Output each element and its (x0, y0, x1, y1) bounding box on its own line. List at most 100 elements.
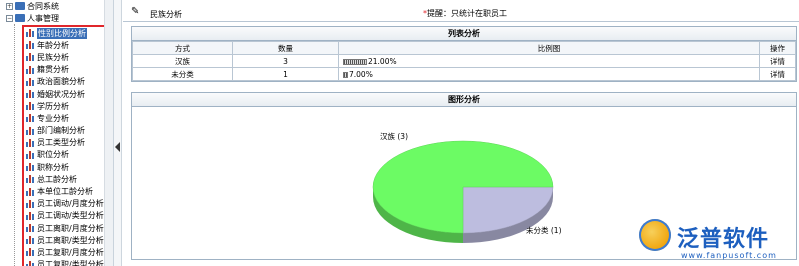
count-cell: 1 (232, 67, 339, 81)
notice-text: *提醒：只统计在职员工 (423, 8, 507, 19)
folder-icon (15, 14, 25, 22)
tree-node-label: 合同系统 (27, 1, 59, 11)
chart-panel-title: 图形分析 (132, 93, 796, 107)
pane-splitter[interactable] (114, 0, 122, 266)
tree-item[interactable]: 政治面貌分析 (24, 76, 104, 88)
tree-item[interactable]: 籍贯分析 (24, 64, 104, 76)
tree-item-label: 总工龄分析 (37, 174, 77, 184)
bar-chart-icon (26, 29, 35, 38)
ratio-label: 21.00% (368, 56, 397, 66)
table-row: 汉族 3 21.00% 详情 (132, 54, 796, 68)
tree-item-label: 学历分析 (37, 101, 69, 111)
logo-url: www.fanpusoft.com (681, 251, 777, 260)
tree-connector (14, 24, 15, 266)
tree-item-label: 员工调动/类型分析 (37, 211, 104, 221)
bar-chart-icon (26, 224, 35, 233)
column-header: 数量 (232, 41, 339, 55)
tree-item[interactable]: 职位分析 (24, 149, 104, 161)
pie-slice-label: 汉族 (3) (380, 131, 408, 141)
tree-item[interactable]: 民族分析 (24, 51, 104, 63)
tree-item-label: 政治面貌分析 (37, 77, 85, 87)
tree-item[interactable]: 性别比例分析 (24, 27, 104, 39)
tree-item[interactable]: 员工调动/类型分析 (24, 210, 104, 222)
list-panel-title: 列表分析 (132, 27, 796, 41)
brand-logo: 泛普软件 www.fanpusoft.com (631, 213, 799, 266)
collapse-arrow-icon[interactable] (115, 142, 120, 152)
type-cell: 汉族 (132, 54, 233, 68)
tree-item-label: 婚姻状况分析 (37, 89, 85, 99)
nav-tree: + 合同系统 − 人事管理 性别比例分析 年龄分析 民族分析籍贯分析政治面貌分析 婚姻… (0, 0, 114, 266)
tree-item[interactable]: 员工复职/类型分析 (24, 259, 104, 266)
bar-chart-icon (26, 138, 35, 147)
tree-item[interactable]: 职称分析 (24, 161, 104, 173)
bar-chart-icon (26, 187, 35, 196)
tree-node-label: 人事管理 (27, 13, 59, 23)
tree-node-contract[interactable]: + 合同系统 (6, 0, 59, 12)
table-header-row: 方式 数量 比例图 操作 (132, 41, 796, 55)
bar-chart-icon (26, 248, 35, 257)
tree-item-label: 年龄分析 (37, 40, 69, 50)
expand-icon[interactable]: + (6, 2, 13, 10)
bar-chart-icon (26, 126, 35, 135)
tree-item-label: 职位分析 (37, 150, 69, 160)
tree-item[interactable]: 本单位工龄分析 (24, 185, 104, 197)
tree-scrollbar[interactable] (104, 0, 113, 266)
tree-item-label: 职称分析 (37, 162, 69, 172)
tree-item[interactable]: 专业分析 (24, 112, 104, 124)
tree-item-label: 员工离职/月度分析 (37, 223, 104, 233)
folder-icon (15, 2, 25, 10)
detail-link[interactable]: 详情 (759, 54, 796, 68)
pencil-icon: ✎ (131, 6, 140, 17)
tree-item-label: 性别比例分析 (37, 27, 87, 39)
app-window: + 合同系统 − 人事管理 性别比例分析 年龄分析 民族分析 籍贯分析 政治面貌分析 婚姻… (0, 0, 799, 266)
tree-item-label: 员工复职/月度分析 (37, 247, 104, 257)
tree-item-label: 专业分析 (37, 113, 69, 123)
tree-item[interactable]: 婚姻状况分析 (24, 88, 104, 100)
bar-chart-icon (26, 260, 35, 266)
tree-item-label: 籍贯分析 (37, 65, 69, 75)
bar-chart-icon (26, 90, 35, 99)
tree-item[interactable]: 员工离职/类型分析 (24, 234, 104, 246)
tree-item-label: 员工调动/月度分析 (37, 199, 104, 209)
tree-item[interactable]: 员工调动/月度分析 (24, 198, 104, 210)
logo-mark (639, 219, 671, 251)
bar-chart-icon (26, 65, 35, 74)
tree-item[interactable]: 学历分析 (24, 100, 104, 112)
bar-chart-icon (26, 150, 35, 159)
bar-chart-icon (26, 41, 35, 50)
tree-item[interactable]: 年龄分析 (24, 39, 104, 51)
pie-slice-label: 未分类 (1) (526, 225, 562, 235)
ratio-bar (343, 71, 348, 78)
notice-label: 提醒：只统计在职员工 (427, 9, 507, 18)
column-header: 操作 (759, 41, 796, 55)
ratio-cell: 21.00% (338, 54, 760, 68)
tree-item[interactable]: 总工龄分析 (24, 173, 104, 185)
title-bar: ✎ 民族分析 *提醒：只统计在职员工 (123, 0, 799, 22)
tree-node-hr[interactable]: − 人事管理 (6, 12, 59, 24)
tree-item[interactable]: 员工复职/月度分析 (24, 246, 104, 258)
tree-item[interactable]: 员工离职/月度分析 (24, 222, 104, 234)
ratio-bar (343, 58, 367, 65)
tree-item-label: 员工复职/类型分析 (37, 260, 104, 266)
bar-chart-icon (26, 114, 35, 123)
logo-name: 泛普软件 (677, 227, 770, 252)
bar-chart-icon (26, 53, 35, 62)
collapse-icon[interactable]: − (6, 14, 13, 22)
tree-item[interactable]: 部门编制分析 (24, 125, 104, 137)
ratio-label: 7.00% (349, 69, 373, 79)
detail-link[interactable]: 详情 (759, 67, 796, 81)
list-panel: 列表分析 方式 数量 比例图 操作 汉族 3 21.00% 详情 未分类 1 7… (131, 26, 797, 82)
table-row: 未分类 1 7.00% 详情 (132, 67, 796, 81)
bar-chart-icon (26, 102, 35, 111)
page-title: 民族分析 (150, 10, 182, 19)
column-header: 比例图 (338, 41, 760, 55)
bar-chart-icon (26, 163, 35, 172)
tree-item[interactable]: 员工类型分析 (24, 137, 104, 149)
type-cell: 未分类 (132, 67, 233, 81)
bar-chart-icon (26, 211, 35, 220)
count-cell: 3 (232, 54, 339, 68)
bar-chart-icon (26, 236, 35, 245)
bar-chart-icon (26, 77, 35, 86)
tree-item-label: 员工类型分析 (37, 138, 85, 148)
hr-analysis-list: 性别比例分析 年龄分析 民族分析籍贯分析政治面貌分析 婚姻状况分析 学历分析专业分析部门… (22, 25, 106, 266)
